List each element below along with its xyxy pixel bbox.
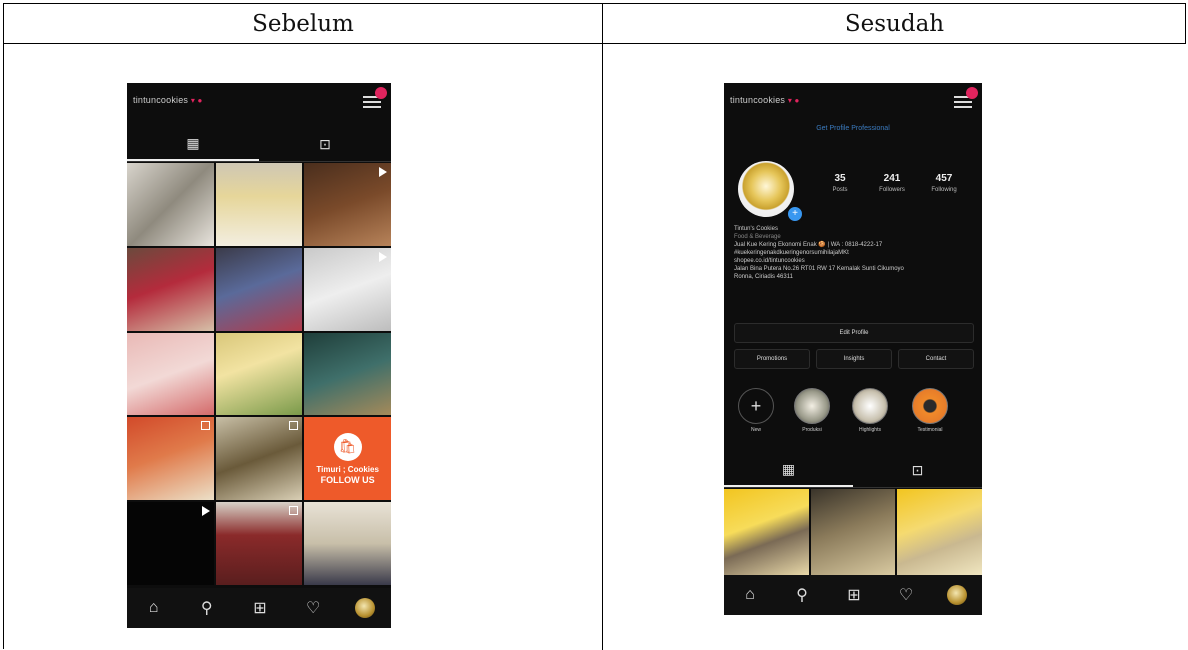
header-before: Sebelum xyxy=(252,11,354,37)
heart-icon[interactable]: ♡ xyxy=(302,597,324,619)
highlight-label: Testimonial xyxy=(917,427,943,433)
post-thumbnail[interactable] xyxy=(215,417,303,501)
grid-tab-icon[interactable]: ▦ xyxy=(127,127,259,161)
screenshot-before: tintuncookies ▾ ● ▦ ⊡ 🛍 Timuri ; Cookies F… xyxy=(127,83,391,628)
post-thumbnail[interactable] xyxy=(127,417,214,501)
add-icon[interactable]: ⊞ xyxy=(843,584,865,606)
heart-icon[interactable]: ♡ xyxy=(895,584,917,606)
username-text: tintuncookies xyxy=(133,95,189,105)
add-story-icon[interactable]: + xyxy=(786,205,804,223)
stat-label: Followers xyxy=(879,187,905,193)
top-bar: tintuncookies ▾ ● xyxy=(127,83,391,123)
post-thumbnail[interactable] xyxy=(304,247,391,331)
profile-avatar[interactable] xyxy=(738,161,794,217)
post-thumbnail[interactable] xyxy=(127,163,214,246)
shop-bag-icon: 🛍 xyxy=(333,432,362,461)
bio-line: Ronna, Ciriadis 46311 xyxy=(734,274,793,280)
post-thumbnail[interactable] xyxy=(304,163,391,246)
bio-line: Jual Kue Kering Ekonomi Enak 🍪 | WA : 08… xyxy=(734,242,883,248)
column-divider xyxy=(602,4,603,650)
screenshot-after: tintuncookies ▾ ● Get Profile Profession… xyxy=(724,83,982,615)
stat-label: Following xyxy=(931,187,957,193)
search-icon[interactable]: ⚲ xyxy=(196,597,218,619)
avatar[interactable] xyxy=(947,585,967,605)
post-thumbnail[interactable] xyxy=(127,332,214,416)
post-thumbnail[interactable] xyxy=(127,247,214,331)
avatar[interactable] xyxy=(355,598,376,618)
post-thumbnail[interactable] xyxy=(810,489,896,575)
highlight-label: Produksi xyxy=(802,427,822,433)
post-grid: 🛍 Timuri ; Cookies FOLLOW US xyxy=(127,163,391,585)
stat-value: 241 xyxy=(883,173,901,184)
post-thumbnail[interactable]: 🛍 Timuri ; Cookies FOLLOW US xyxy=(304,417,391,501)
bio-link[interactable]: shopee.co.id/tintuncookies xyxy=(734,257,972,265)
stat-posts[interactable]: 35 Posts xyxy=(818,173,862,193)
contact-button[interactable]: Contact xyxy=(898,349,974,369)
tagged-tab-icon[interactable]: ⊡ xyxy=(853,453,982,487)
post-thumbnail[interactable] xyxy=(215,332,303,416)
post-thumbnail[interactable] xyxy=(724,489,809,575)
bio-line: Jalan Bina Putera No.26 RT01 RW 17 Kemal… xyxy=(734,266,904,272)
carousel-icon xyxy=(200,421,210,431)
new-highlight-icon: + xyxy=(738,388,774,424)
username[interactable]: tintuncookies ▾ ● xyxy=(133,95,203,105)
highlight-cover xyxy=(912,388,948,424)
post-thumbnail[interactable] xyxy=(897,489,982,575)
highlight-cover xyxy=(852,388,888,424)
post-thumbnail[interactable] xyxy=(215,502,303,585)
bottom-nav: ⌂ ⚲ ⊞ ♡ xyxy=(724,575,982,615)
post-thumbnail[interactable] xyxy=(215,163,303,246)
profile-tabs: ▦ ⊡ xyxy=(724,453,982,488)
home-icon[interactable]: ⌂ xyxy=(143,597,165,619)
top-bar: tintuncookies ▾ ● xyxy=(724,83,982,123)
stat-following[interactable]: 457 Following xyxy=(922,173,966,193)
edit-profile-button[interactable]: Edit Profile xyxy=(734,323,974,343)
bio-category: Food & Beverage xyxy=(734,234,781,240)
chevron-down-icon: ▾ ● xyxy=(190,96,203,105)
stat-label: Posts xyxy=(832,187,848,193)
promote-link[interactable]: Get Profile Professional xyxy=(724,125,982,132)
notification-badge xyxy=(966,87,978,99)
profile-tabs: ▦ ⊡ xyxy=(127,127,391,162)
bio-line[interactable]: #kuekeringenakdkueringenorsumihilajaMKt xyxy=(734,249,972,257)
bio-name: Tintun's Cookies xyxy=(734,226,778,232)
video-icon xyxy=(201,506,210,517)
post-thumbnail[interactable] xyxy=(304,502,391,585)
add-icon[interactable]: ⊞ xyxy=(249,597,271,619)
grid-tab-icon[interactable]: ▦ xyxy=(724,453,853,487)
post-grid xyxy=(724,489,982,575)
home-icon[interactable]: ⌂ xyxy=(739,584,761,606)
carousel-icon xyxy=(289,421,299,431)
video-icon xyxy=(378,251,387,262)
promo-text: FOLLOW US xyxy=(320,474,375,485)
highlight-item[interactable]: Testimonial xyxy=(910,388,950,433)
stat-value: 35 xyxy=(834,173,846,184)
post-thumbnail[interactable] xyxy=(215,247,303,331)
bottom-nav: ⌂ ⚲ ⊞ ♡ xyxy=(127,588,391,628)
post-thumbnail[interactable] xyxy=(127,502,214,585)
stat-followers[interactable]: 241 Followers xyxy=(870,173,914,193)
search-icon[interactable]: ⚲ xyxy=(791,584,813,606)
highlight-item[interactable]: Produksi xyxy=(792,388,832,433)
highlight-cover xyxy=(794,388,830,424)
notification-badge xyxy=(375,87,387,99)
header-after: Sesudah xyxy=(844,11,945,37)
highlight-new[interactable]: + New xyxy=(736,388,776,433)
video-icon xyxy=(378,167,387,177)
insights-button[interactable]: Insights xyxy=(816,349,892,369)
highlight-label: Highlights xyxy=(859,427,881,433)
highlight-label: New xyxy=(750,427,761,433)
chevron-down-icon: ▾ ● xyxy=(787,96,800,105)
carousel-icon xyxy=(289,506,299,516)
username-text: tintuncookies xyxy=(730,95,786,105)
username[interactable]: tintuncookies ▾ ● xyxy=(730,95,800,105)
tagged-tab-icon[interactable]: ⊡ xyxy=(259,127,391,161)
highlight-item[interactable]: Highlights xyxy=(850,388,890,433)
promotions-button[interactable]: Promotions xyxy=(734,349,810,369)
post-thumbnail[interactable] xyxy=(304,332,391,416)
bio: Tintun's Cookies Food & Beverage Jual Ku… xyxy=(734,225,972,281)
promo-text: Timuri ; Cookies xyxy=(316,464,379,474)
stat-value: 457 xyxy=(935,173,953,184)
